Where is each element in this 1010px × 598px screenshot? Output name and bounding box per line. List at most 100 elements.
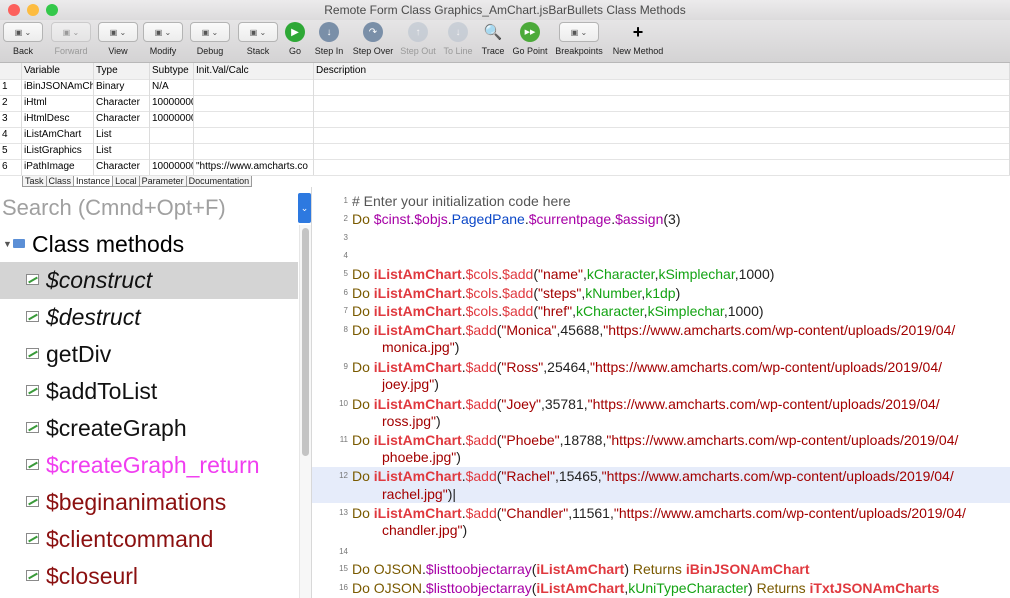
method-item[interactable]: $createGraph bbox=[0, 410, 298, 447]
code-line[interactable]: 14 bbox=[312, 543, 1010, 561]
code-line-continuation[interactable]: joey.jpg") bbox=[312, 375, 1010, 393]
variable-cell[interactable] bbox=[194, 111, 314, 127]
method-item[interactable]: $beginanimations bbox=[0, 484, 298, 521]
variable-cell[interactable]: List bbox=[94, 143, 150, 159]
variable-cell[interactable]: List bbox=[94, 127, 150, 143]
toolbar-new-method-button[interactable]: + New Method bbox=[608, 22, 668, 62]
variable-cell[interactable]: iPathImage bbox=[22, 159, 94, 175]
variable-cell[interactable] bbox=[314, 79, 1010, 95]
variable-cell[interactable]: 10000000 bbox=[150, 111, 194, 127]
toolbar-go-button[interactable]: ▶ Go bbox=[282, 22, 308, 62]
method-item[interactable]: $construct bbox=[0, 262, 298, 299]
code-line[interactable]: 15 Do OJSON.$listtoobjectarray(iListAmCha… bbox=[312, 560, 1010, 578]
code-editor[interactable]: 1 # Enter your initialization code here 2 D… bbox=[312, 190, 1010, 598]
search-dropdown-icon[interactable]: ⌄ bbox=[298, 193, 311, 223]
method-item[interactable]: getDiv bbox=[0, 336, 298, 373]
toolbar-breakpoints-button[interactable]: ▣ ⌄ Breakpoints bbox=[552, 22, 606, 62]
tab-documentation[interactable]: Documentation bbox=[185, 176, 253, 187]
method-item[interactable]: $closeurl bbox=[0, 558, 298, 595]
variable-cell[interactable]: 10000000 bbox=[150, 159, 194, 175]
toolbar-go-point-button[interactable]: ▶▶ Go Point bbox=[510, 22, 550, 62]
code-line[interactable]: 7 Do iListAmChart.$cols.$add("href",kChar… bbox=[312, 302, 1010, 320]
variable-cell[interactable]: iBinJSONAmCh bbox=[22, 79, 94, 95]
tab-instance[interactable]: Instance bbox=[73, 176, 114, 187]
code-line-continuation[interactable]: monica.jpg") bbox=[312, 338, 1010, 356]
method-item[interactable]: $createGraph_return bbox=[0, 447, 298, 484]
variable-cell[interactable] bbox=[150, 143, 194, 159]
variable-cell[interactable] bbox=[314, 95, 1010, 111]
code-line[interactable]: 13 Do iListAmChart.$add("Chandler",11561,… bbox=[312, 504, 1010, 522]
code-line[interactable]: 8 Do iListAmChart.$add("Monica",45688,"ht… bbox=[312, 321, 1010, 339]
close-window-button[interactable] bbox=[8, 4, 20, 16]
variable-cell[interactable]: 10000000 bbox=[150, 95, 194, 111]
code-line[interactable]: 2 Do $cinst.$objs.PagedPane.$currentpage.… bbox=[312, 210, 1010, 228]
variable-cell[interactable]: N/A bbox=[150, 79, 194, 95]
variable-cell[interactable]: 1 bbox=[0, 79, 22, 95]
variable-cell[interactable] bbox=[314, 143, 1010, 159]
variable-cell[interactable]: Binary bbox=[94, 79, 150, 95]
method-search-input[interactable]: Search (Cmnd+Opt+F) bbox=[0, 193, 300, 223]
method-item[interactable]: $destruct bbox=[0, 299, 298, 336]
code-line[interactable]: 5 Do iListAmChart.$cols.$add("name",kChar… bbox=[312, 265, 1010, 283]
code-line[interactable]: 4 bbox=[312, 247, 1010, 265]
code-line-continuation[interactable]: ross.jpg") bbox=[312, 412, 1010, 430]
variable-cell[interactable]: "https://www.amcharts.co bbox=[194, 159, 314, 175]
code-line[interactable]: 16 Do OJSON.$listtoobjectarray(iListAmCha… bbox=[312, 579, 1010, 597]
code-line-continuation[interactable]: phoebe.jpg") bbox=[312, 448, 1010, 466]
toolbar-back-button[interactable]: ▣ ⌄ Back bbox=[2, 22, 44, 62]
code-line[interactable]: 10 Do iListAmChart.$add("Joey",35781,"htt… bbox=[312, 395, 1010, 413]
method-item[interactable]: $clientcommand bbox=[0, 521, 298, 558]
variable-cell[interactable]: iListAmChart bbox=[22, 127, 94, 143]
variable-cell[interactable]: 5 bbox=[0, 143, 22, 159]
variable-cell[interactable] bbox=[194, 95, 314, 111]
toolbar-view-button[interactable]: ▣ ⌄ View bbox=[98, 22, 138, 62]
code-line[interactable]: 3 bbox=[312, 229, 1010, 247]
variable-cell[interactable]: iHtmlDesc bbox=[22, 111, 94, 127]
code-line-continuation[interactable]: chandler.jpg") bbox=[312, 521, 1010, 539]
toolbar-debug-button[interactable]: ▣ ⌄ Debug bbox=[186, 22, 234, 62]
tab-class[interactable]: Class bbox=[45, 176, 75, 187]
tab-local[interactable]: Local bbox=[112, 176, 140, 187]
code-line[interactable]: 12 Do iListAmChart.$add("Rachel",15465,"h… bbox=[312, 467, 1010, 485]
variable-row[interactable]: 6 iPathImage Character 10000000 "https://www… bbox=[0, 159, 1010, 176]
variable-cell[interactable]: 6 bbox=[0, 159, 22, 175]
variable-cell[interactable]: 4 bbox=[0, 127, 22, 143]
code-line[interactable]: 11 Do iListAmChart.$add("Phoebe",18788,"h… bbox=[312, 431, 1010, 449]
scrollbar-thumb[interactable] bbox=[302, 228, 309, 456]
variable-row[interactable]: 4 iListAmChart List bbox=[0, 127, 1010, 144]
variable-cell[interactable] bbox=[314, 111, 1010, 127]
tab-task[interactable]: Task bbox=[22, 176, 47, 187]
variable-cell[interactable]: 2 bbox=[0, 95, 22, 111]
zoom-window-button[interactable] bbox=[46, 4, 58, 16]
code-line[interactable]: 6 Do iListAmChart.$cols.$add("steps",kNum… bbox=[312, 284, 1010, 302]
variable-cell[interactable] bbox=[314, 159, 1010, 175]
variable-cell[interactable]: Character bbox=[94, 95, 150, 111]
variable-cell[interactable]: Character bbox=[94, 159, 150, 175]
class-methods-group[interactable]: ▼ Class methods bbox=[0, 228, 298, 260]
variable-row[interactable]: 3 iHtmlDesc Character 10000000 bbox=[0, 111, 1010, 128]
toolbar-step-in-button[interactable]: ↓ Step In bbox=[310, 22, 348, 62]
variable-cell[interactable] bbox=[314, 127, 1010, 143]
code-line[interactable]: 1 # Enter your initialization code here bbox=[312, 192, 1010, 210]
toolbar-modify-button[interactable]: ▣ ⌄ Modify bbox=[142, 22, 184, 62]
method-item[interactable]: $addToList bbox=[0, 373, 298, 410]
variable-cell[interactable]: 3 bbox=[0, 111, 22, 127]
variable-row[interactable]: 2 iHtml Character 10000000 bbox=[0, 95, 1010, 112]
variable-row[interactable]: 1 iBinJSONAmCh Binary N/A bbox=[0, 79, 1010, 96]
toolbar-stack-button[interactable]: ▣ ⌄ Stack bbox=[238, 22, 278, 62]
code-line-continuation[interactable]: rachel.jpg")| bbox=[312, 485, 1010, 503]
toolbar-trace-button[interactable]: 🔍 Trace bbox=[478, 22, 508, 62]
variable-cell[interactable] bbox=[194, 79, 314, 95]
variable-cell[interactable]: Character bbox=[94, 111, 150, 127]
variable-cell[interactable]: iListGraphics bbox=[22, 143, 94, 159]
variable-cell[interactable] bbox=[194, 143, 314, 159]
tab-parameter[interactable]: Parameter bbox=[138, 176, 187, 187]
toolbar-step-over-button[interactable]: ↷ Step Over bbox=[350, 22, 396, 62]
variable-cell[interactable] bbox=[150, 127, 194, 143]
variable-cell[interactable]: iHtml bbox=[22, 95, 94, 111]
minimize-window-button[interactable] bbox=[27, 4, 39, 16]
variable-cell[interactable] bbox=[194, 127, 314, 143]
code-line[interactable]: 9 Do iListAmChart.$add("Ross",25464,"http… bbox=[312, 358, 1010, 376]
variable-row[interactable]: 5 iListGraphics List bbox=[0, 143, 1010, 160]
disclosure-triangle-icon[interactable]: ▼ bbox=[3, 228, 12, 260]
